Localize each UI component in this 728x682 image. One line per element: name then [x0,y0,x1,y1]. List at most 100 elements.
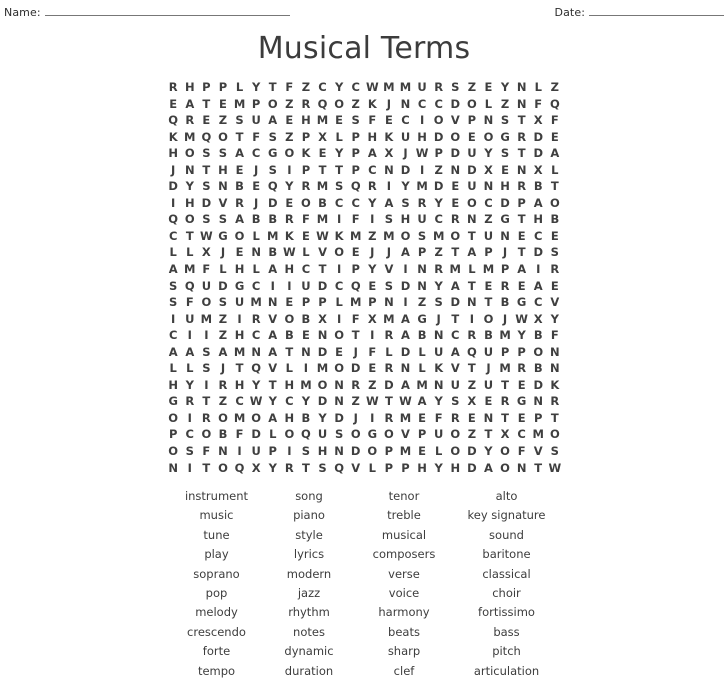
letter-cell[interactable]: H [397,211,414,228]
letter-cell[interactable]: Q [181,278,198,295]
word-list-item[interactable]: tempo [169,662,264,681]
letter-cell[interactable]: N [314,327,331,344]
letter-cell[interactable]: U [480,344,497,361]
letter-cell[interactable]: M [347,228,364,245]
letter-cell[interactable]: A [264,344,281,361]
letter-cell[interactable]: A [447,278,464,295]
letter-cell[interactable]: O [530,344,547,361]
letter-cell[interactable]: T [464,278,481,295]
letter-cell[interactable]: G [497,211,514,228]
letter-cell[interactable]: Q [165,112,182,129]
letter-cell[interactable]: V [215,195,232,212]
letter-cell[interactable]: E [447,195,464,212]
letter-cell[interactable]: F [248,129,265,146]
letter-cell[interactable]: E [215,96,232,113]
letter-cell[interactable]: O [281,426,298,443]
letter-cell[interactable]: R [281,211,298,228]
letter-cell[interactable]: O [480,311,497,328]
letter-cell[interactable]: M [231,96,248,113]
letter-cell[interactable]: R [298,96,315,113]
letter-cell[interactable]: C [430,211,447,228]
letter-cell[interactable]: L [281,360,298,377]
letter-cell[interactable]: L [414,360,431,377]
letter-cell[interactable]: L [181,360,198,377]
letter-cell[interactable]: V [314,244,331,261]
letter-cell[interactable]: S [447,79,464,96]
letter-cell[interactable]: Z [298,79,315,96]
letter-cell[interactable]: E [248,178,265,195]
word-list-item[interactable]: alto [454,487,559,506]
letter-cell[interactable]: X [381,145,398,162]
letter-cell[interactable]: A [530,195,547,212]
letter-cell[interactable]: F [281,79,298,96]
letter-cell[interactable]: I [364,211,381,228]
letter-cell[interactable]: R [181,393,198,410]
letter-cell[interactable]: P [381,460,398,477]
letter-cell[interactable]: O [165,410,182,427]
letter-cell[interactable]: O [430,112,447,129]
letter-cell[interactable]: X [364,311,381,328]
letter-cell[interactable]: N [248,344,265,361]
letter-cell[interactable]: T [181,228,198,245]
letter-cell[interactable]: M [314,178,331,195]
letter-cell[interactable]: C [530,294,547,311]
letter-cell[interactable]: D [464,460,481,477]
letter-cell[interactable]: E [513,410,530,427]
letter-cell[interactable]: D [397,162,414,179]
letter-cell[interactable]: P [248,96,265,113]
letter-cell[interactable]: D [347,360,364,377]
letter-cell[interactable]: V [447,360,464,377]
letter-cell[interactable]: Y [298,393,315,410]
letter-cell[interactable]: R [381,360,398,377]
letter-cell[interactable]: B [530,178,547,195]
letter-cell[interactable]: A [165,344,182,361]
letter-cell[interactable]: I [165,311,182,328]
letter-cell[interactable]: A [480,460,497,477]
letter-cell[interactable]: O [215,460,232,477]
word-list-item[interactable]: harmony [354,603,454,622]
letter-cell[interactable]: S [231,112,248,129]
letter-cell[interactable]: Y [181,178,198,195]
letter-cell[interactable]: F [530,96,547,113]
letter-cell[interactable]: R [381,327,398,344]
letter-cell[interactable]: H [231,327,248,344]
letter-cell[interactable]: W [364,79,381,96]
letter-cell[interactable]: A [381,195,398,212]
letter-cell[interactable]: N [464,211,481,228]
letter-cell[interactable]: M [414,178,431,195]
letter-cell[interactable]: M [181,261,198,278]
letter-cell[interactable]: K [430,360,447,377]
letter-cell[interactable]: X [314,129,331,146]
letter-cell[interactable]: O [314,377,331,394]
letter-cell[interactable]: D [530,244,547,261]
letter-cell[interactable]: T [198,96,215,113]
letter-cell[interactable]: K [298,145,315,162]
letter-cell[interactable]: J [364,244,381,261]
letter-cell[interactable]: A [181,344,198,361]
letter-cell[interactable]: B [414,327,431,344]
letter-cell[interactable]: U [248,443,265,460]
letter-cell[interactable]: L [480,96,497,113]
word-list-item[interactable]: music [169,506,264,525]
letter-cell[interactable]: R [513,129,530,146]
letter-cell[interactable]: V [447,112,464,129]
letter-cell[interactable]: I [231,443,248,460]
word-list-item[interactable]: piano [264,506,354,525]
letter-cell[interactable]: E [414,443,431,460]
letter-cell[interactable]: H [447,460,464,477]
letter-cell[interactable]: C [480,195,497,212]
letter-cell[interactable]: A [231,211,248,228]
letter-cell[interactable]: H [364,129,381,146]
letter-cell[interactable]: V [264,360,281,377]
letter-cell[interactable]: N [530,393,547,410]
letter-cell[interactable]: I [165,195,182,212]
letter-cell[interactable]: O [165,443,182,460]
letter-cell[interactable]: N [447,162,464,179]
letter-cell[interactable]: G [165,393,182,410]
letter-cell[interactable]: P [347,261,364,278]
letter-cell[interactable]: N [331,377,348,394]
word-list-item[interactable]: jazz [264,584,354,603]
letter-cell[interactable]: E [513,278,530,295]
letter-cell[interactable]: N [381,162,398,179]
letter-cell[interactable]: B [231,178,248,195]
